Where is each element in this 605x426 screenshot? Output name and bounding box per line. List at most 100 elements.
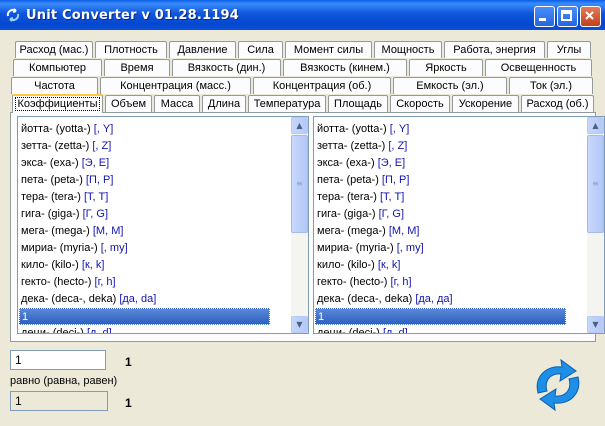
tab-viscosity-dyn[interactable]: Вязкость (дин.) — [172, 59, 281, 76]
list-item[interactable]: экса- (exa-) [Э, E] — [317, 155, 405, 172]
tab-speed[interactable]: Скорость — [390, 95, 450, 112]
unit-symbol: [д, d] — [382, 327, 408, 334]
unit-name: зетта- (zetta-) — [317, 140, 386, 152]
tab-torque[interactable]: Момент силы — [285, 41, 372, 58]
tab-capacitance[interactable]: Емкость (эл.) — [393, 77, 507, 94]
tab-current[interactable]: Ток (эл.) — [509, 77, 593, 94]
list-item[interactable]: йотта- (yotta-) [, Y] — [21, 121, 113, 138]
tab-mass-flow[interactable]: Расход (мас.) — [15, 41, 93, 58]
tab-length[interactable]: Длина — [202, 95, 246, 112]
list-item[interactable]: кило- (kilo-) [к, k] — [317, 257, 400, 274]
title-bar[interactable]: Unit Converter v 01.28.1194 — [0, 0, 605, 30]
unit-symbol: [T, T] — [380, 191, 405, 203]
unit-name: кило- (kilo-) — [317, 259, 375, 271]
unit-name: гекто- (hecto-) — [21, 276, 92, 288]
list-item[interactable]: дека- (deca-, deka) [да, da] — [21, 291, 156, 308]
refresh-arrows-icon[interactable] — [528, 355, 588, 415]
list-item[interactable]: тера- (tera-) [T, T] — [21, 189, 108, 206]
to-list-scrollbar[interactable]: ▲ ≡ ▼ — [587, 117, 604, 333]
tab-density[interactable]: Плотность — [95, 41, 167, 58]
list-item[interactable]: мириа- (myria-) [, my] — [21, 240, 128, 257]
scroll-down-button[interactable]: ▼ — [291, 316, 308, 333]
tab-mass[interactable]: Масса — [154, 95, 200, 112]
list-item[interactable]: дека- (deca-, deka) [да, да] — [317, 291, 453, 308]
unit-name: деци- (deci-) — [21, 327, 84, 334]
unit-name: тера- (tera-) — [317, 191, 377, 203]
tab-pressure[interactable]: Давление — [169, 41, 236, 58]
unit-symbol: [д, d] — [86, 327, 112, 334]
unit-symbol: [, Z] — [92, 140, 112, 152]
list-item[interactable]: гига- (giga-) [Г, G] — [317, 206, 404, 223]
unit-symbol: [M, M] — [388, 225, 420, 237]
tab-work-energy[interactable]: Работа, энергия — [444, 41, 545, 58]
input-value-field[interactable] — [10, 350, 106, 370]
unit-symbol: [Г, G] — [378, 208, 405, 220]
scroll-up-button[interactable]: ▲ — [291, 117, 308, 134]
list-item[interactable]: зетта- (zetta-) [, Z] — [21, 138, 111, 155]
to-unit-list[interactable]: деци- (deci-) [д, d] 1 дека- (deca-, deka)… — [313, 116, 605, 334]
tab-temperature[interactable]: Температура — [248, 95, 326, 112]
scroll-thumb[interactable]: ≡ — [587, 135, 604, 233]
list-item[interactable]: пета- (peta-) [П, P] — [21, 172, 113, 189]
tab-time[interactable]: Время — [104, 59, 170, 76]
unit-symbol: [Э, E] — [377, 157, 406, 169]
tab-angles[interactable]: Углы — [547, 41, 591, 58]
list-item[interactable]: гига- (giga-) [Г, G] — [21, 206, 108, 223]
unit-symbol: [, my] — [396, 242, 424, 254]
tab-area[interactable]: Площадь — [328, 95, 388, 112]
unit-name: дека- (deca-, deka) — [21, 293, 117, 305]
unit-name: кило- (kilo-) — [21, 259, 79, 271]
tab-power[interactable]: Мощность — [374, 41, 442, 58]
unit-symbol: [П, P] — [85, 174, 114, 186]
tab-volume-flow[interactable]: Расход (об.) — [521, 95, 594, 112]
unit-name: зетта- (zetta-) — [21, 140, 90, 152]
unit-name: гига- (giga-) — [317, 208, 376, 220]
chevron-down-icon: ▼ — [296, 320, 303, 329]
close-button[interactable] — [580, 6, 601, 27]
unit-name: мега- (mega-) — [21, 225, 90, 237]
unit-symbol: [, Z] — [388, 140, 408, 152]
tab-acceleration[interactable]: Ускорение — [452, 95, 519, 112]
list-item[interactable]: мега- (mega-) [M, M] — [317, 223, 419, 240]
from-unit-list[interactable]: деци- (deci-) [д, d] 1 дека- (deca-, deka)… — [17, 116, 309, 334]
unit-symbol: [к, k] — [377, 259, 401, 271]
tab-viscosity-kin[interactable]: Вязкость (кинем.) — [283, 59, 407, 76]
list-item[interactable]: тера- (tera-) [T, T] — [317, 189, 404, 206]
list-item[interactable]: мириа- (myria-) [, my] — [317, 240, 424, 257]
list-item[interactable]: гекто- (hecto-) [г, h] — [317, 274, 412, 291]
tab-coefficients[interactable]: Коэффициенты — [12, 94, 103, 113]
unit-name: йотта- (yotta-) — [21, 123, 91, 135]
unit-name: пета- (peta-) — [21, 174, 83, 186]
list-item[interactable]: кило- (kilo-) [к, k] — [21, 257, 104, 274]
list-item[interactable]: йотта- (yotta-) [, Y] — [317, 121, 409, 138]
maximize-button[interactable] — [557, 6, 578, 27]
from-list-scrollbar[interactable]: ▲ ≡ ▼ — [291, 117, 308, 333]
output-value-field: 1 — [10, 391, 108, 411]
tab-frequency[interactable]: Частота — [11, 77, 98, 94]
unit-symbol: [Г, G] — [82, 208, 109, 220]
list-item-selected[interactable]: 1 — [19, 308, 270, 325]
list-item[interactable]: зетта- (zetta-) [, Z] — [317, 138, 407, 155]
tab-volume[interactable]: Объем — [105, 95, 152, 112]
list-item[interactable]: мега- (mega-) [M, M] — [21, 223, 123, 240]
list-item-selected[interactable]: 1 — [315, 308, 566, 325]
tab-computer[interactable]: Компьютер — [13, 59, 102, 76]
output-display-value: 1 — [125, 396, 132, 410]
tab-concentration-mass[interactable]: Концентрация (масс.) — [100, 77, 251, 94]
scroll-down-button[interactable]: ▼ — [587, 316, 604, 333]
unit-symbol: [, Y] — [389, 123, 410, 135]
scroll-thumb[interactable]: ≡ — [291, 135, 308, 233]
list-item[interactable]: экса- (exa-) [Э, E] — [21, 155, 109, 172]
tab-concentration-vol[interactable]: Концентрация (об.) — [253, 77, 391, 94]
tab-luminance[interactable]: Яркость — [409, 59, 483, 76]
list-item[interactable]: пета- (peta-) [П, P] — [317, 172, 409, 189]
minimize-button[interactable] — [534, 6, 555, 27]
minimize-icon — [539, 18, 546, 21]
list-item[interactable]: деци- (deci-) [д, d] — [317, 325, 408, 334]
list-item[interactable]: деци- (deci-) [д, d] — [21, 325, 112, 334]
unit-name: гига- (giga-) — [21, 208, 80, 220]
tab-illuminance[interactable]: Освещенность — [485, 59, 592, 76]
tab-force[interactable]: Сила — [238, 41, 283, 58]
list-item[interactable]: гекто- (hecto-) [г, h] — [21, 274, 116, 291]
scroll-up-button[interactable]: ▲ — [587, 117, 604, 134]
